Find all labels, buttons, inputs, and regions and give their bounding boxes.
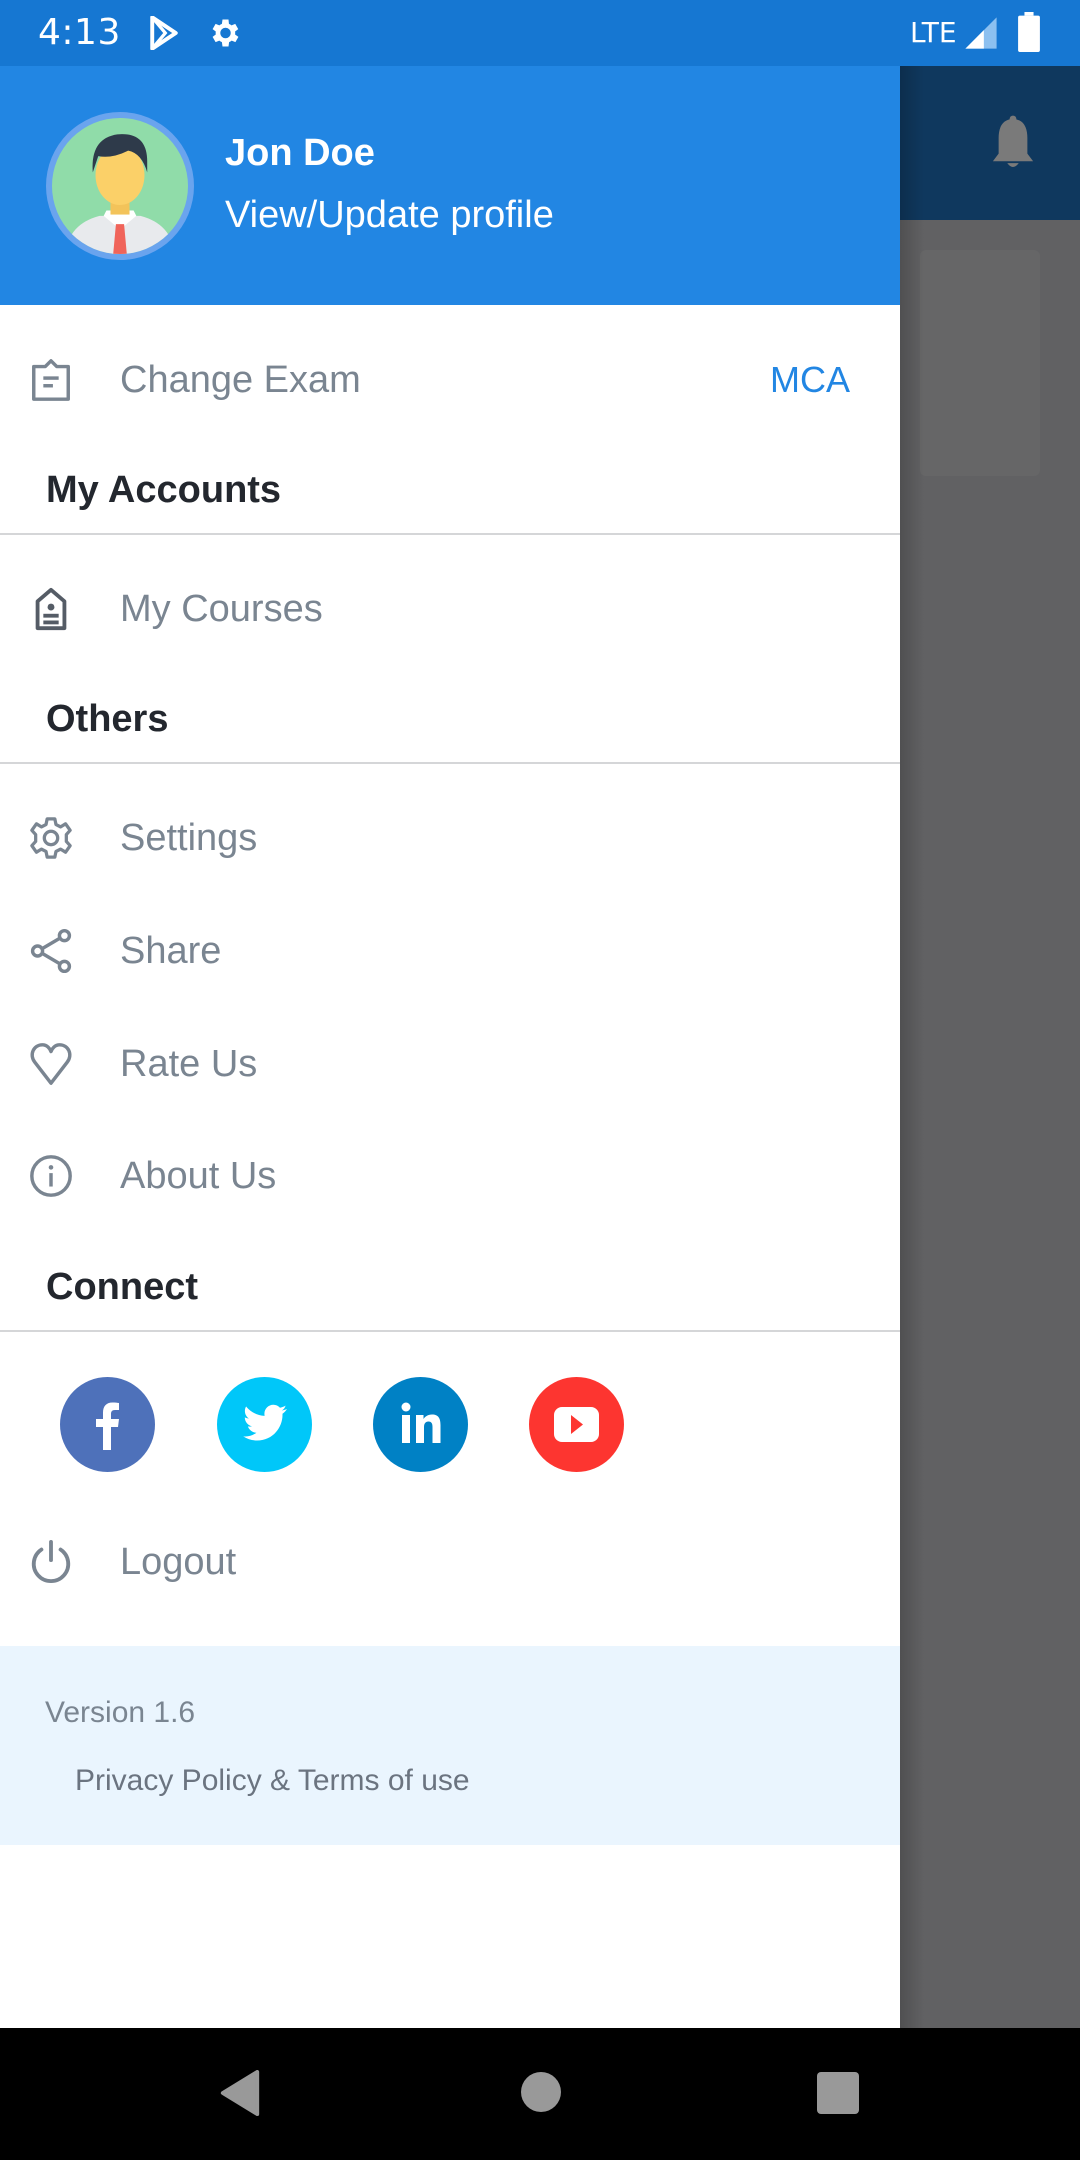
status-bar: 4:13 LTE <box>0 0 1080 66</box>
recents-icon[interactable] <box>817 2072 859 2114</box>
version-text: Version 1.6 <box>45 1696 196 1729</box>
home-icon[interactable] <box>521 2072 561 2112</box>
menu-item-label: Settings <box>120 817 258 859</box>
menu-item-about-us[interactable]: About Us <box>0 1125 900 1225</box>
section-title-my-accounts: My Accounts <box>46 469 282 511</box>
change-exam-label: Change Exam <box>120 359 361 401</box>
menu-item-label: Share <box>120 930 222 972</box>
menu-item-share[interactable]: Share <box>0 900 900 1000</box>
menu-item-label: Rate Us <box>120 1043 258 1085</box>
linkedin-icon <box>401 1402 441 1443</box>
info-icon <box>30 1155 72 1197</box>
network-type: LTE <box>910 16 957 49</box>
user-name: Jon Doe <box>225 132 375 174</box>
divider <box>0 762 900 764</box>
avatar[interactable] <box>46 112 194 260</box>
logout-label: Logout <box>120 1541 237 1583</box>
screen: 4:13 LTE Jon Doe View/Update profile Cha… <box>0 0 1080 2160</box>
divider <box>0 1330 900 1332</box>
battery-icon <box>1018 12 1040 52</box>
facebook-button[interactable] <box>60 1377 155 1472</box>
play-store-icon <box>150 16 178 50</box>
status-time: 4:13 <box>38 12 121 53</box>
drawer-header[interactable]: Jon Doe View/Update profile <box>0 66 900 305</box>
gear-icon <box>30 817 72 859</box>
section-title-others: Others <box>46 698 169 740</box>
facebook-icon <box>96 1402 119 1450</box>
avatar-icon <box>52 118 188 254</box>
menu-item-rate-us[interactable]: Rate Us <box>0 1013 900 1113</box>
linkedin-button[interactable] <box>373 1377 468 1472</box>
section-title-connect: Connect <box>46 1266 198 1308</box>
menu-item-settings[interactable]: Settings <box>0 787 900 887</box>
menu-item-label: My Courses <box>120 588 323 630</box>
settings-gear-icon <box>212 19 239 47</box>
drawer-footer: Version 1.6 Privacy Policy & Terms of us… <box>0 1646 900 1845</box>
twitter-button[interactable] <box>217 1377 312 1472</box>
divider <box>0 533 900 535</box>
youtube-icon <box>554 1407 599 1442</box>
menu-item-my-courses[interactable]: My Courses <box>0 558 900 658</box>
twitter-icon <box>243 1404 287 1441</box>
back-icon[interactable] <box>220 2070 260 2116</box>
change-exam-item[interactable]: Change Exam MCA <box>0 329 900 429</box>
share-icon <box>30 928 72 974</box>
system-nav-bar <box>0 2028 1080 2160</box>
privacy-policy-link[interactable]: Privacy Policy & Terms of use <box>75 1764 470 1798</box>
bell-icon <box>992 115 1034 167</box>
selected-exam-value[interactable]: MCA <box>770 359 850 401</box>
background-content <box>900 220 1080 2028</box>
view-update-profile-link[interactable]: View/Update profile <box>225 194 554 237</box>
drawer-shadow <box>900 66 924 2028</box>
power-icon <box>31 1539 71 1584</box>
signal-icon <box>965 17 997 49</box>
id-badge-icon <box>35 587 67 631</box>
heart-icon <box>30 1043 72 1085</box>
menu-item-label: About Us <box>120 1155 277 1197</box>
navigation-drawer: Jon Doe View/Update profile Change Exam … <box>0 66 900 2028</box>
logout-item[interactable]: Logout <box>0 1511 900 1611</box>
youtube-button[interactable] <box>529 1377 624 1472</box>
clipboard-icon <box>32 359 70 401</box>
background-card <box>920 250 1040 476</box>
